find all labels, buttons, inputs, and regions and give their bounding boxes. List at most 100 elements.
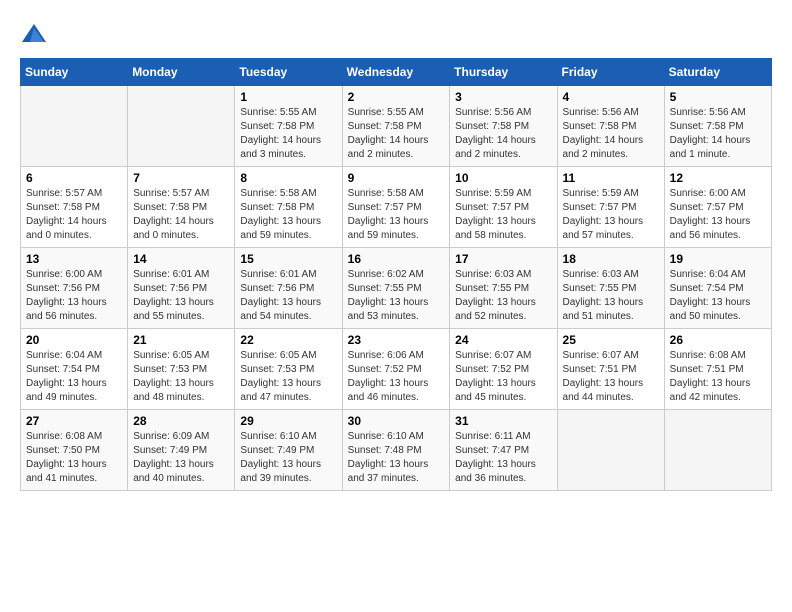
day-info: Sunrise: 6:10 AMSunset: 7:48 PMDaylight:… <box>348 430 445 486</box>
day-info: Sunrise: 5:59 AMSunset: 7:57 PMDaylight:… <box>455 187 551 243</box>
day-info: Sunrise: 6:05 AMSunset: 7:53 PMDaylight:… <box>240 349 336 405</box>
day-number: 6 <box>26 171 122 185</box>
day-number: 11 <box>563 171 659 185</box>
calendar-cell <box>664 410 771 491</box>
calendar-cell: 3Sunrise: 5:56 AMSunset: 7:58 PMDaylight… <box>450 86 557 167</box>
calendar-cell <box>21 86 128 167</box>
page-header <box>20 20 772 48</box>
calendar-cell: 19Sunrise: 6:04 AMSunset: 7:54 PMDayligh… <box>664 248 771 329</box>
day-info: Sunrise: 5:55 AMSunset: 7:58 PMDaylight:… <box>348 106 445 162</box>
calendar-cell <box>557 410 664 491</box>
day-number: 24 <box>455 333 551 347</box>
day-info: Sunrise: 6:08 AMSunset: 7:50 PMDaylight:… <box>26 430 122 486</box>
day-info: Sunrise: 6:10 AMSunset: 7:49 PMDaylight:… <box>240 430 336 486</box>
day-info: Sunrise: 6:03 AMSunset: 7:55 PMDaylight:… <box>455 268 551 324</box>
weekday-header: Thursday <box>450 59 557 86</box>
calendar-cell: 7Sunrise: 5:57 AMSunset: 7:58 PMDaylight… <box>128 167 235 248</box>
day-number: 22 <box>240 333 336 347</box>
day-info: Sunrise: 6:00 AMSunset: 7:56 PMDaylight:… <box>26 268 122 324</box>
weekday-header: Wednesday <box>342 59 450 86</box>
calendar-cell: 16 Sunrise: 6:02 AMSunset: 7:55 PMDayligh… <box>342 248 450 329</box>
day-number: 21 <box>133 333 229 347</box>
calendar-week-row: 6 Sunrise: 5:57 AMSunset: 7:58 PMDaylight… <box>21 167 772 248</box>
calendar-cell: 29 Sunrise: 6:10 AMSunset: 7:49 PMDayligh… <box>235 410 342 491</box>
day-info: Sunrise: 6:08 AMSunset: 7:51 PMDaylight:… <box>670 349 766 405</box>
day-info: Sunrise: 5:58 AMSunset: 7:57 PMDaylight:… <box>348 187 445 243</box>
day-number: 30 <box>348 414 445 428</box>
weekday-header: Friday <box>557 59 664 86</box>
day-number: 2 <box>348 90 445 104</box>
weekday-header: Tuesday <box>235 59 342 86</box>
day-info: Sunrise: 6:05 AMSunset: 7:53 PMDaylight:… <box>133 349 229 405</box>
day-number: 16 <box>348 252 445 266</box>
calendar-cell: 20Sunrise: 6:04 AMSunset: 7:54 PMDayligh… <box>21 329 128 410</box>
day-number: 25 <box>563 333 659 347</box>
day-number: 14 <box>133 252 229 266</box>
day-info: Sunrise: 5:56 AMSunset: 7:58 PMDaylight:… <box>563 106 659 162</box>
day-info: Sunrise: 6:06 AMSunset: 7:52 PMDaylight:… <box>348 349 445 405</box>
calendar-cell: 8 Sunrise: 5:58 AMSunset: 7:58 PMDaylight… <box>235 167 342 248</box>
calendar-cell: 24 Sunrise: 6:07 AMSunset: 7:52 PMDayligh… <box>450 329 557 410</box>
day-number: 19 <box>670 252 766 266</box>
day-info: Sunrise: 6:02 AMSunset: 7:55 PMDaylight:… <box>348 268 445 324</box>
calendar-cell: 25Sunrise: 6:07 AMSunset: 7:51 PMDayligh… <box>557 329 664 410</box>
calendar-cell: 30 Sunrise: 6:10 AMSunset: 7:48 PMDayligh… <box>342 410 450 491</box>
logo <box>20 20 52 48</box>
day-info: Sunrise: 6:01 AMSunset: 7:56 PMDaylight:… <box>133 268 229 324</box>
calendar-week-row: 20Sunrise: 6:04 AMSunset: 7:54 PMDayligh… <box>21 329 772 410</box>
day-info: Sunrise: 5:59 AMSunset: 7:57 PMDaylight:… <box>563 187 659 243</box>
calendar-cell: 28 Sunrise: 6:09 AMSunset: 7:49 PMDayligh… <box>128 410 235 491</box>
calendar-cell: 26 Sunrise: 6:08 AMSunset: 7:51 PMDayligh… <box>664 329 771 410</box>
day-info: Sunrise: 5:58 AMSunset: 7:58 PMDaylight:… <box>240 187 336 243</box>
day-info: Sunrise: 5:55 AMSunset: 7:58 PMDaylight:… <box>240 106 336 162</box>
day-number: 7 <box>133 171 229 185</box>
day-number: 20 <box>26 333 122 347</box>
day-info: Sunrise: 6:03 AMSunset: 7:55 PMDaylight:… <box>563 268 659 324</box>
weekday-header: Saturday <box>664 59 771 86</box>
day-number: 29 <box>240 414 336 428</box>
calendar-cell: 13 Sunrise: 6:00 AMSunset: 7:56 PMDayligh… <box>21 248 128 329</box>
weekday-header: Monday <box>128 59 235 86</box>
day-info: Sunrise: 5:56 AMSunset: 7:58 PMDaylight:… <box>670 106 766 162</box>
day-number: 5 <box>670 90 766 104</box>
day-number: 28 <box>133 414 229 428</box>
day-number: 18 <box>563 252 659 266</box>
day-number: 26 <box>670 333 766 347</box>
calendar-cell: 17 Sunrise: 6:03 AMSunset: 7:55 PMDayligh… <box>450 248 557 329</box>
day-number: 27 <box>26 414 122 428</box>
calendar-cell: 22 Sunrise: 6:05 AMSunset: 7:53 PMDayligh… <box>235 329 342 410</box>
calendar-cell: 27 Sunrise: 6:08 AMSunset: 7:50 PMDayligh… <box>21 410 128 491</box>
calendar-week-row: 27 Sunrise: 6:08 AMSunset: 7:50 PMDayligh… <box>21 410 772 491</box>
day-number: 9 <box>348 171 445 185</box>
calendar-cell: 4 Sunrise: 5:56 AMSunset: 7:58 PMDaylight… <box>557 86 664 167</box>
logo-icon <box>20 20 48 48</box>
calendar-table: SundayMondayTuesdayWednesdayThursdayFrid… <box>20 58 772 491</box>
weekday-header: Sunday <box>21 59 128 86</box>
day-number: 13 <box>26 252 122 266</box>
day-number: 31 <box>455 414 551 428</box>
day-info: Sunrise: 5:56 AMSunset: 7:58 PMDaylight:… <box>455 106 551 162</box>
calendar-cell: 9 Sunrise: 5:58 AMSunset: 7:57 PMDaylight… <box>342 167 450 248</box>
calendar-cell: 15 Sunrise: 6:01 AMSunset: 7:56 PMDayligh… <box>235 248 342 329</box>
day-info: Sunrise: 6:00 AMSunset: 7:57 PMDaylight:… <box>670 187 766 243</box>
day-info: Sunrise: 6:01 AMSunset: 7:56 PMDaylight:… <box>240 268 336 324</box>
calendar-cell: 11 Sunrise: 5:59 AMSunset: 7:57 PMDayligh… <box>557 167 664 248</box>
calendar-cell: 5 Sunrise: 5:56 AMSunset: 7:58 PMDaylight… <box>664 86 771 167</box>
calendar-cell: 23 Sunrise: 6:06 AMSunset: 7:52 PMDayligh… <box>342 329 450 410</box>
day-number: 4 <box>563 90 659 104</box>
day-number: 1 <box>240 90 336 104</box>
day-info: Sunrise: 6:11 AMSunset: 7:47 PMDaylight:… <box>455 430 551 486</box>
day-number: 15 <box>240 252 336 266</box>
calendar-cell <box>128 86 235 167</box>
day-number: 8 <box>240 171 336 185</box>
day-number: 12 <box>670 171 766 185</box>
day-number: 10 <box>455 171 551 185</box>
calendar-header: SundayMondayTuesdayWednesdayThursdayFrid… <box>21 59 772 86</box>
calendar-cell: 1 Sunrise: 5:55 AMSunset: 7:58 PMDaylight… <box>235 86 342 167</box>
day-number: 23 <box>348 333 445 347</box>
calendar-cell: 2 Sunrise: 5:55 AMSunset: 7:58 PMDaylight… <box>342 86 450 167</box>
day-info: Sunrise: 6:07 AMSunset: 7:52 PMDaylight:… <box>455 349 551 405</box>
day-info: Sunrise: 5:57 AMSunset: 7:58 PMDaylight:… <box>26 187 122 243</box>
day-info: Sunrise: 6:09 AMSunset: 7:49 PMDaylight:… <box>133 430 229 486</box>
day-number: 17 <box>455 252 551 266</box>
